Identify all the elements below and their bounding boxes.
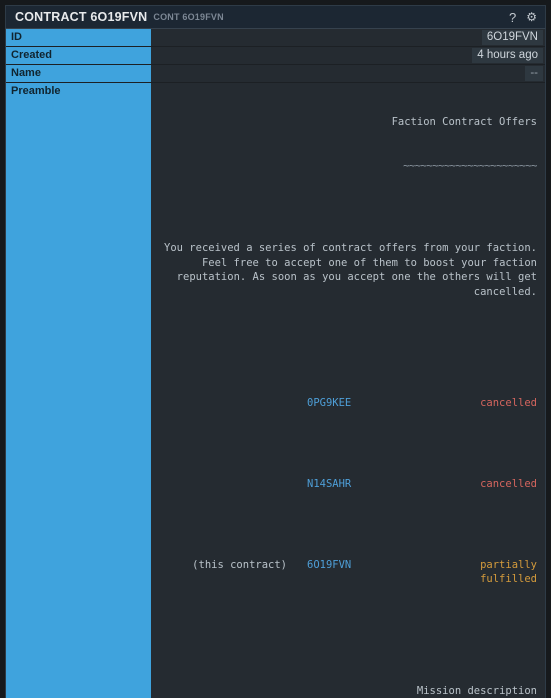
- value-created: 4 hours ago: [472, 48, 543, 63]
- value-cell-name: --: [151, 65, 545, 83]
- value-cell-preamble: Faction Contract Offers ~~~~~~~~~~~~~~~~…: [151, 83, 545, 698]
- value-id: 6O19FVN: [481, 30, 543, 45]
- offer-contract-link[interactable]: 6O19FVN: [307, 558, 437, 573]
- offer-status: cancelled: [480, 396, 537, 409]
- label-created: Created: [6, 47, 151, 65]
- preamble-text: Faction Contract Offers ~~~~~~~~~~~~~~~~…: [159, 86, 537, 698]
- page-title: CONTRACT 6O19FVN: [15, 10, 148, 24]
- offer-status: partially fulfilled: [480, 558, 544, 586]
- contract-window: CONTRACT 6O19FVN CONT 6O19FVN ? ⚙ ID 6O1…: [0, 0, 551, 698]
- offer-row: (this contract) 6O19FVN partially fulfil…: [159, 558, 537, 587]
- preamble-rule-1: ~~~~~~~~~~~~~~~~~~~~~~~: [403, 159, 537, 172]
- offer-contract-link[interactable]: 0PG9KEE: [307, 396, 437, 411]
- property-row-created: Created 4 hours ago: [6, 47, 545, 65]
- property-row-id: ID 6O19FVN: [6, 29, 545, 47]
- offer-row: N14SAHR cancelled: [159, 477, 537, 492]
- offer-contract-link[interactable]: N14SAHR: [307, 477, 437, 492]
- page-subtitle: CONT 6O19FVN: [153, 12, 224, 22]
- preamble-heading-1: Faction Contract Offers: [391, 116, 537, 129]
- property-row-name: Name --: [6, 65, 545, 83]
- label-name: Name: [6, 65, 151, 83]
- value-cell-id: 6O19FVN: [151, 29, 545, 47]
- label-id: ID: [6, 29, 151, 47]
- help-icon[interactable]: ?: [509, 11, 516, 24]
- value-name: --: [525, 66, 543, 81]
- offer-status: cancelled: [480, 477, 537, 490]
- offer-note: (this contract): [192, 558, 287, 571]
- offer-row: 0PG9KEE cancelled: [159, 396, 537, 411]
- contract-properties: ID 6O19FVN Created 4 hours ago Name -- P…: [5, 28, 546, 698]
- value-cell-created: 4 hours ago: [151, 47, 545, 65]
- preamble-body-1: You received a series of contract offers…: [164, 241, 544, 298]
- label-preamble: Preamble: [6, 83, 151, 698]
- offer-list: 0PG9KEE cancelled N14SAHR cancelled (thi…: [159, 367, 537, 617]
- gear-icon[interactable]: ⚙: [526, 11, 537, 23]
- window-titlebar: CONTRACT 6O19FVN CONT 6O19FVN ? ⚙: [5, 5, 546, 28]
- property-row-preamble: Preamble Faction Contract Offers ~~~~~~~…: [6, 83, 545, 698]
- preamble-heading-2: Mission description: [416, 684, 537, 697]
